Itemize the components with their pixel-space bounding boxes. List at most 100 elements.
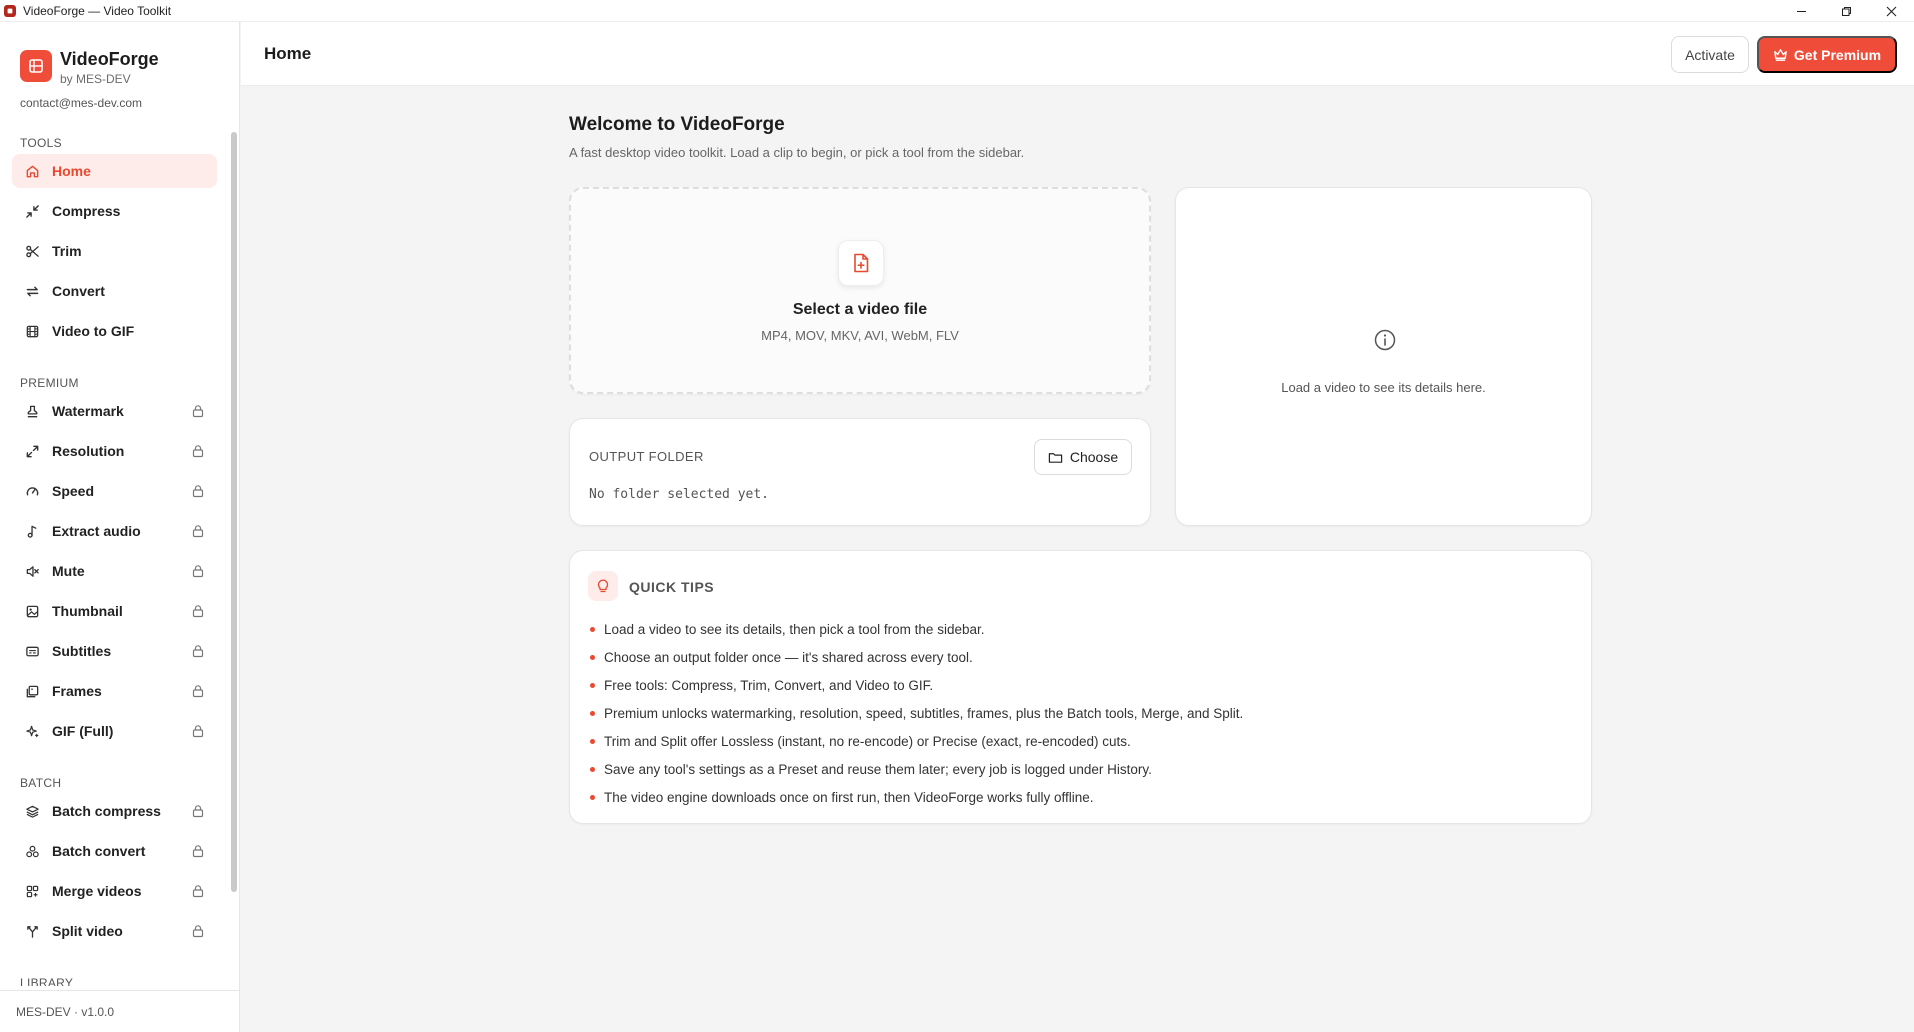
sidebar-item-thumbnail[interactable]: Thumbnail <box>12 594 217 628</box>
app-version: MES-DEV · v1.0.0 <box>0 990 239 1032</box>
video-dropzone[interactable]: Select a video file MP4, MOV, MKV, AVI, … <box>569 187 1151 394</box>
minimize-button[interactable] <box>1779 0 1824 22</box>
sidebar-item-convert[interactable]: Convert <box>12 274 217 308</box>
tip-text: Choose an output folder once — it's shar… <box>604 649 973 665</box>
sidebar-item-label: GIF (Full) <box>52 723 114 739</box>
sidebar-item-compress[interactable]: Compress <box>12 194 217 228</box>
stamp-icon <box>24 403 40 419</box>
sidebar-item-extract-audio[interactable]: Extract audio <box>12 514 217 548</box>
sidebar-item-batch-convert[interactable]: Batch convert <box>12 834 217 868</box>
sidebar-item-label: Compress <box>52 203 121 219</box>
sidebar-item-batch-compress[interactable]: Batch compress <box>12 794 217 828</box>
list-item: Load a video to see its details, then pi… <box>590 615 1243 643</box>
crown-icon <box>1774 49 1787 61</box>
tip-text: Free tools: Compress, Trim, Convert, and… <box>604 677 934 693</box>
lock-icon <box>191 924 205 938</box>
sidebar-item-label: Subtitles <box>52 643 112 659</box>
restore-icon <box>1842 6 1851 16</box>
mute-icon <box>24 563 40 579</box>
list-item: The video engine downloads once on first… <box>590 783 1243 811</box>
lock-icon <box>191 644 205 658</box>
close-icon <box>1886 6 1897 16</box>
split-icon <box>24 923 40 939</box>
get-premium-button[interactable]: Get Premium <box>1757 36 1897 73</box>
section-label-premium: PREMIUM <box>20 376 79 390</box>
sidebar-item-label: Resolution <box>52 443 125 459</box>
subtitles-icon <box>24 643 40 659</box>
app-logo-icon <box>4 4 16 17</box>
bullet-dot <box>590 626 595 632</box>
close-button[interactable] <box>1869 0 1914 22</box>
tip-text: The video engine downloads once on first… <box>604 789 1094 805</box>
lock-icon <box>191 844 205 858</box>
sparkles-icon <box>24 723 40 739</box>
sidebar-item-subtitles[interactable]: Subtitles <box>12 634 217 668</box>
lightbulb-icon <box>588 571 618 601</box>
lock-icon <box>191 524 205 538</box>
sidebar-item-gif-full[interactable]: GIF (Full) <box>12 714 217 748</box>
sidebar-item-video-to-gif[interactable]: Video to GIF <box>12 314 217 348</box>
music-note-icon <box>24 523 40 539</box>
scissors-icon <box>24 243 40 259</box>
output-folder-label: OUTPUT FOLDER <box>589 449 704 464</box>
tip-text: Trim and Split offer Lossless (instant, … <box>604 733 1131 749</box>
output-folder-value: No folder selected yet. <box>589 487 770 502</box>
sidebar-item-resolution[interactable]: Resolution <box>12 434 217 468</box>
merge-icon <box>24 883 40 899</box>
sidebar-item-watermark[interactable]: Watermark <box>12 394 217 428</box>
sidebar-item-merge-videos[interactable]: Merge videos <box>12 874 217 908</box>
tip-text: Load a video to see its details, then pi… <box>604 621 985 637</box>
page-header: Home Activate Get Premium <box>241 22 1914 86</box>
activate-button[interactable]: Activate <box>1671 36 1749 73</box>
quick-tips-list: Load a video to see its details, then pi… <box>590 615 1243 811</box>
list-item: Free tools: Compress, Trim, Convert, and… <box>590 671 1243 699</box>
sidebar-item-home[interactable]: Home <box>12 154 217 188</box>
video-details-panel: Load a video to see its details here. <box>1175 187 1592 526</box>
sidebar-item-label: Convert <box>52 283 105 299</box>
sidebar-scrollbar[interactable] <box>231 132 237 892</box>
bullet-dot <box>590 766 595 772</box>
contact-email[interactable]: contact@mes-dev.com <box>20 96 142 110</box>
gauge-icon <box>24 483 40 499</box>
sidebar: VideoForge by MES-DEV contact@mes-dev.co… <box>0 22 240 1032</box>
tip-text: Premium unlocks watermarking, resolution… <box>604 705 1244 721</box>
sidebar-item-split-video[interactable]: Split video <box>12 914 217 948</box>
bullet-dot <box>590 738 595 744</box>
bullet-dot <box>590 654 595 660</box>
film-icon <box>24 323 40 339</box>
sidebar-item-frames[interactable]: Frames <box>12 674 217 708</box>
sidebar-item-label: Batch convert <box>52 843 146 859</box>
minimize-icon <box>1797 10 1806 12</box>
get-premium-label: Get Premium <box>1793 46 1882 63</box>
list-item: Save any tool's settings as a Preset and… <box>590 755 1243 783</box>
image-icon <box>24 603 40 619</box>
sidebar-item-speed[interactable]: Speed <box>12 474 217 508</box>
window-controls <box>1779 0 1914 22</box>
restore-button[interactable] <box>1824 0 1869 22</box>
page-title: Home <box>264 44 312 63</box>
sidebar-item-label: Speed <box>52 483 95 499</box>
sidebar-nav: TOOLS Home Compress Trim Convert Video t… <box>0 130 232 986</box>
lock-icon <box>191 724 205 738</box>
sidebar-item-trim[interactable]: Trim <box>12 234 217 268</box>
sidebar-item-label: Merge videos <box>52 883 142 899</box>
file-add-icon <box>838 240 884 286</box>
sidebar-item-label: Watermark <box>52 403 124 419</box>
lock-icon <box>191 564 205 578</box>
expand-icon <box>24 443 40 459</box>
sidebar-item-label: Home <box>52 163 91 179</box>
tip-text: Save any tool's settings as a Preset and… <box>604 761 1152 777</box>
sidebar-item-label: Thumbnail <box>52 603 123 619</box>
home-icon <box>24 163 40 179</box>
sidebar-item-label: Video to GIF <box>52 323 135 339</box>
sidebar-item-label: Split video <box>52 923 123 939</box>
sidebar-item-label: Batch compress <box>52 803 161 819</box>
folder-icon <box>1048 452 1063 463</box>
lock-icon <box>191 604 205 618</box>
details-empty-text: Load a video to see its details here. <box>1281 380 1486 395</box>
lock-icon <box>191 884 205 898</box>
sidebar-item-mute[interactable]: Mute <box>12 554 217 588</box>
dropzone-title: Select a video file <box>792 301 928 318</box>
sidebar-item-label: Trim <box>52 243 82 259</box>
choose-folder-button[interactable]: Choose <box>1034 439 1132 475</box>
